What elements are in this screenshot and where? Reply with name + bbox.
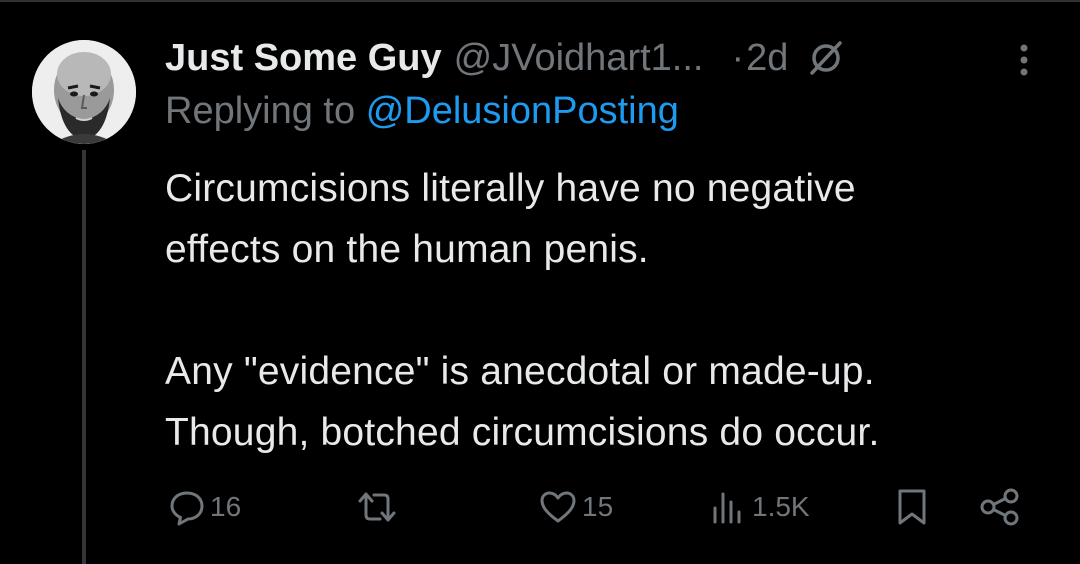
reply-count: 16 — [210, 491, 242, 522]
separator-dot: · — [731, 36, 745, 79]
share-icon — [978, 487, 1022, 527]
heart-icon — [538, 488, 578, 526]
replying-to: Replying to @DelusionPosting — [165, 90, 679, 133]
tweet-time[interactable]: 2d — [746, 37, 788, 80]
tweet-text: Circumcisions literally have no negative… — [165, 158, 1045, 463]
reply-button[interactable]: 16 — [168, 482, 241, 532]
like-button[interactable]: 15 — [538, 482, 613, 532]
retweet-button[interactable] — [356, 482, 402, 532]
more-vertical-icon[interactable] — [1014, 40, 1034, 80]
views-icon — [708, 488, 748, 526]
author-display-name[interactable]: Just Some Guy — [165, 37, 442, 80]
reply-icon — [168, 488, 206, 526]
share-button[interactable] — [978, 482, 1022, 532]
replying-prefix: Replying to — [165, 90, 356, 132]
bookmark-button[interactable] — [894, 482, 930, 532]
replying-mention-link[interactable]: @DelusionPosting — [366, 90, 679, 132]
author-handle[interactable]: @JVoidhart1... — [454, 37, 704, 80]
action-bar: 16 15 1.5K — [0, 482, 1080, 532]
tweet-header: Just Some Guy @JVoidhart1... · 2d — [165, 30, 1045, 86]
tweet-text-line: Though, botched circumcisions do occur. — [165, 411, 880, 454]
top-divider — [0, 0, 1080, 2]
tweet-text-line: effects on the human penis. — [165, 228, 649, 271]
views-button[interactable]: 1.5K — [708, 482, 810, 532]
avatar[interactable] — [32, 40, 136, 144]
views-count: 1.5K — [752, 491, 810, 522]
tweet-text-line: Any "evidence" is anecdotal or made-up. — [165, 350, 875, 393]
like-count: 15 — [582, 491, 614, 522]
bookmark-icon — [894, 487, 930, 527]
tweet-text-line: Circumcisions literally have no negative — [165, 167, 856, 210]
retweet-icon — [356, 488, 398, 526]
bald-man-avatar-icon — [32, 40, 136, 144]
grok-icon[interactable] — [806, 38, 846, 78]
